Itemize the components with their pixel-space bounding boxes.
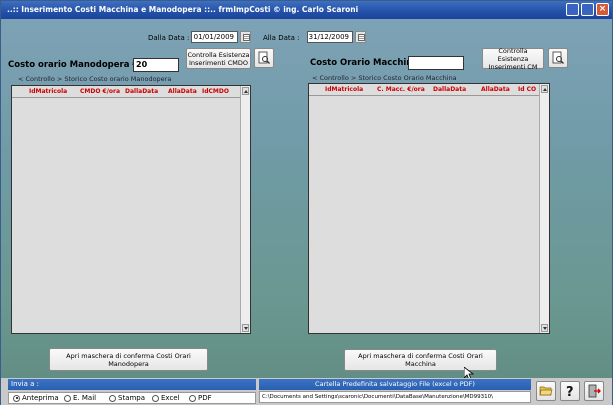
help-icon: ? [566, 385, 574, 398]
manodopera-grid-header: IdMatricola CMDO €/ora DallaData AllaDat… [12, 86, 240, 98]
column-header: IdMatricola [325, 86, 364, 93]
column-header: DallaData [433, 86, 467, 93]
column-header: DallaData [125, 88, 159, 95]
radio-icon [152, 394, 159, 402]
macchina-grid[interactable]: IdMatricola C. Macc. €/ora DallaData All… [308, 83, 550, 334]
macchina-grid-header: IdMatricola C. Macc. €/ora DallaData All… [309, 84, 539, 96]
window-title: ..:: Inserimento Costi Macchina e Manodo… [7, 5, 359, 14]
scroll-up-icon[interactable] [242, 87, 249, 95]
column-header: CMDO €/ora [80, 88, 121, 95]
apri-macchina-label: Apri maschera di conferma Costi Orari Ma… [358, 352, 483, 368]
folder-button[interactable] [536, 381, 556, 401]
invia-options: Anteprima E. Mail Stampa Excel PDF [8, 392, 256, 404]
radio-icon [109, 394, 116, 402]
help-button[interactable]: ? [560, 381, 580, 401]
history-manodopera-label: < Controllo > Storico Costo orario Manod… [18, 75, 172, 83]
magnifier-document-icon [552, 51, 564, 64]
column-header: Id CO [518, 86, 537, 93]
radio-label: E. Mail [73, 394, 97, 402]
cartella-header: Cartella Predefinita salvataggio File (e… [259, 379, 531, 390]
radio-label: Anteprima [22, 394, 59, 402]
cartella-path-input[interactable]: C:\Documents and Settings\scaronic\Docum… [259, 391, 531, 403]
costo-macchina-input[interactable] [408, 56, 464, 70]
controlla-cmdo-button[interactable]: Controlla Esistenza Inserimenti CMDO [186, 48, 251, 69]
dalla-data-label: Dalla Data : [148, 34, 190, 42]
radio-stampa[interactable]: Stampa [109, 394, 145, 402]
costo-manodopera-input[interactable]: 20 [133, 58, 179, 72]
invia-header: Invia a : [8, 379, 256, 390]
radio-anteprima[interactable]: Anteprima [13, 394, 59, 402]
column-header: IdCMDO [202, 88, 229, 95]
apri-macchina-button[interactable]: Apri maschera di conferma Costi Orari Ma… [344, 349, 497, 371]
macchina-grid-body [309, 96, 539, 333]
radio-pdf[interactable]: PDF [189, 394, 212, 402]
radio-email[interactable]: E. Mail [64, 394, 96, 402]
dalla-data-input[interactable]: 01/01/2009 [191, 31, 238, 43]
calendar-icon[interactable] [355, 31, 366, 43]
exit-door-icon [588, 384, 601, 398]
column-header: IdMatricola [29, 88, 68, 95]
calendar-icon[interactable] [240, 31, 251, 43]
apri-manodopera-button[interactable]: Apri maschera di conferma Costi Orari Ma… [49, 348, 208, 371]
radio-label: Stampa [118, 394, 146, 402]
magnifier-document-icon [258, 51, 270, 64]
manodopera-grid[interactable]: IdMatricola CMDO €/ora DallaData AllaDat… [11, 85, 251, 334]
controlla-cm-label: Controlla Esistenza Inserimenti CM [488, 46, 538, 71]
apri-manodopera-label: Apri maschera di conferma Costi Orari Ma… [66, 351, 191, 368]
controlla-cmdo-label: Controlla Esistenza Inserimenti CMDO [187, 50, 250, 67]
svg-text:?: ? [566, 385, 574, 398]
controlla-cm-button[interactable]: Controlla Esistenza Inserimenti CM [482, 46, 544, 71]
scroll-down-icon[interactable] [242, 324, 249, 332]
radio-selected-icon [13, 394, 20, 402]
column-header: AllaData [168, 88, 197, 95]
minimize-button[interactable] [566, 3, 579, 16]
manodopera-grid-body [12, 98, 240, 333]
manodopera-scrollbar[interactable] [240, 86, 250, 333]
history-macchina-label: < Controllo > Storico Costo Orario Macch… [312, 74, 457, 82]
preview-cm-button[interactable] [548, 48, 568, 68]
folder-open-icon [539, 386, 553, 396]
maximize-button[interactable] [581, 3, 594, 16]
radio-excel[interactable]: Excel [152, 394, 180, 402]
preview-cmdo-button[interactable] [254, 48, 274, 68]
radio-label: PDF [198, 394, 212, 402]
radio-icon [189, 394, 196, 402]
alla-data-label: Alla Data : [263, 34, 300, 42]
close-button[interactable]: × [596, 3, 609, 16]
main-window: ..:: Inserimento Costi Macchina e Manodo… [0, 0, 613, 405]
column-header: AllaData [481, 86, 510, 93]
costo-manodopera-label: Costo orario Manodopera € : [8, 60, 145, 70]
scroll-up-icon[interactable] [541, 85, 548, 93]
macchina-scrollbar[interactable] [539, 84, 549, 333]
title-bar: ..:: Inserimento Costi Macchina e Manodo… [1, 1, 612, 19]
scroll-down-icon[interactable] [541, 324, 548, 332]
radio-icon [64, 394, 71, 402]
column-header: C. Macc. €/ora [377, 86, 425, 93]
radio-label: Excel [161, 394, 180, 402]
alla-data-input[interactable]: 31/12/2009 [307, 31, 353, 43]
exit-button[interactable] [584, 381, 604, 401]
